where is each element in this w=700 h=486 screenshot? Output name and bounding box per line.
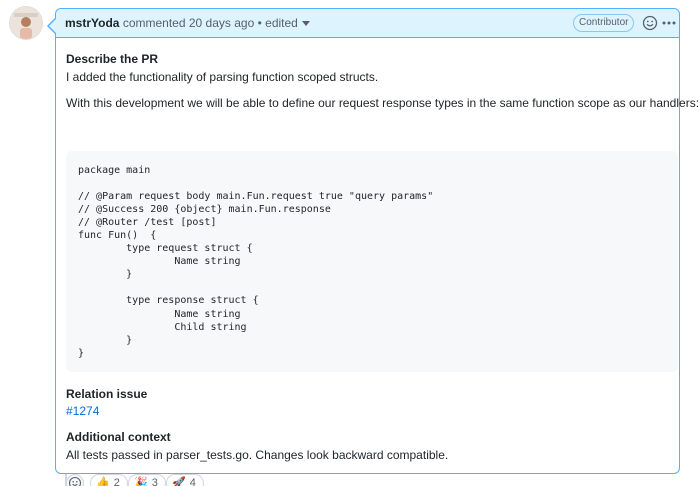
reaction-thumbs-up[interactable]: 👍 2 bbox=[90, 474, 128, 486]
reaction-count: 4 bbox=[189, 477, 196, 486]
comment-action: commented bbox=[122, 16, 186, 30]
reaction-count: 2 bbox=[113, 477, 120, 486]
smiley-icon bbox=[68, 476, 82, 486]
code-block: package main // @Param request body main… bbox=[66, 151, 678, 372]
comment-box: mstrYoda commented 20 days ago • edited … bbox=[47, 8, 699, 486]
pr-description: I added the functionality of parsing fun… bbox=[66, 70, 379, 84]
edited-label: edited bbox=[265, 16, 298, 30]
kebab-icon[interactable] bbox=[662, 15, 676, 31]
author-avatar[interactable] bbox=[9, 6, 43, 40]
comment-meta: mstrYoda commented 20 days ago • edited bbox=[65, 9, 310, 37]
avatar-image bbox=[10, 7, 42, 39]
contributor-badge: Contributor bbox=[573, 14, 635, 32]
comment-time[interactable]: 20 days ago bbox=[189, 16, 254, 30]
reaction-count: 3 bbox=[151, 477, 158, 486]
thumbs-up-icon: 👍 bbox=[96, 477, 110, 486]
heading-additional-context: Additional context bbox=[66, 430, 171, 444]
add-reaction-button[interactable] bbox=[66, 474, 84, 486]
edited-menu[interactable]: edited bbox=[265, 16, 310, 30]
comment-header: mstrYoda commented 20 days ago • edited … bbox=[56, 9, 679, 38]
party-popper-icon: 🎉 bbox=[134, 477, 148, 486]
relation-issue-link[interactable]: #1274 bbox=[66, 404, 99, 418]
pr-comment-page: mstrYoda commented 20 days ago • edited … bbox=[0, 0, 700, 486]
heading-describe-pr: Describe the PR bbox=[66, 52, 159, 66]
meta-separator: • bbox=[257, 16, 262, 30]
reaction-rocket[interactable]: 🚀 4 bbox=[166, 474, 204, 486]
context-text: All tests passed in parser_tests.go. Cha… bbox=[66, 448, 449, 462]
rocket-icon: 🚀 bbox=[172, 477, 186, 486]
reaction-hooray[interactable]: 🎉 3 bbox=[128, 474, 166, 486]
triangle-down-icon bbox=[301, 21, 310, 27]
development-description: With this development we will be able to… bbox=[66, 96, 700, 110]
author-link[interactable]: mstrYoda bbox=[65, 16, 119, 30]
heading-relation-issue: Relation issue bbox=[66, 387, 148, 401]
smiley-icon[interactable] bbox=[642, 15, 658, 31]
